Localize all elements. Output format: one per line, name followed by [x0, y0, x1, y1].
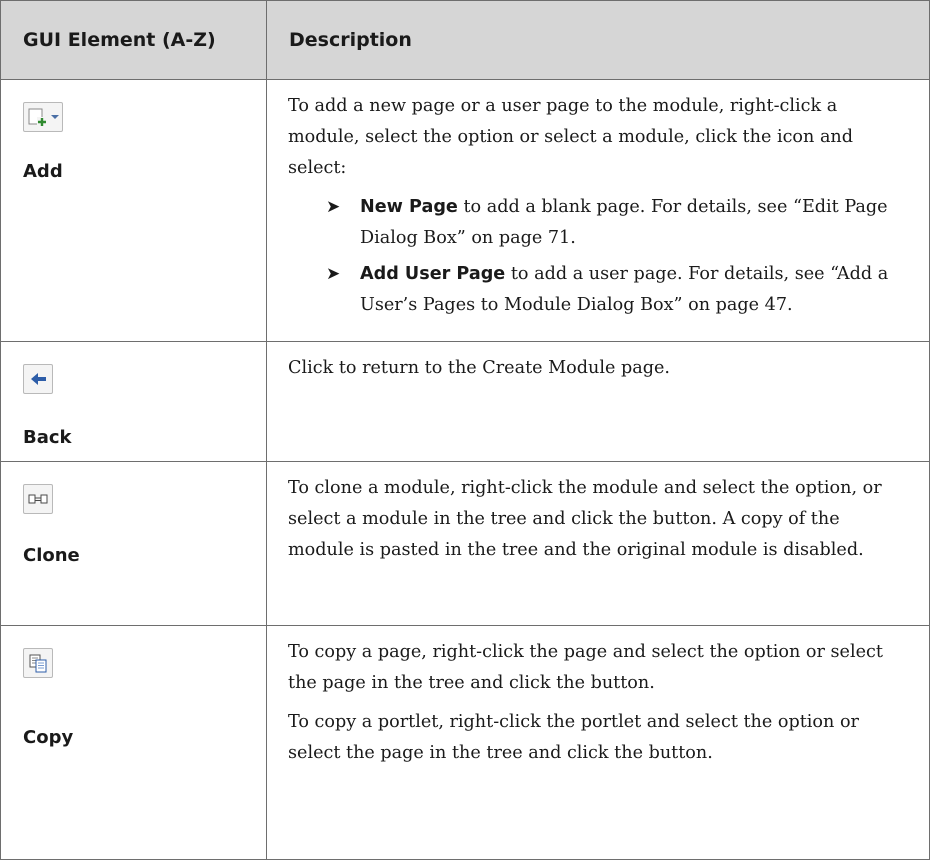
description-cell-copy: To copy a page, right-click the page and…	[266, 625, 930, 860]
element-name-add: Add	[23, 161, 63, 182]
arrow-bullet-icon: ➤	[326, 264, 341, 284]
element-name-back: Back	[23, 427, 72, 448]
element-cell-back: Back	[0, 341, 267, 462]
clone-icon	[23, 484, 53, 514]
description-cell-back: Click to return to the Create Module pag…	[266, 341, 930, 462]
bullet-bold-label: New Page	[360, 197, 458, 217]
description-add-intro: To add a new page or a user page to the …	[288, 96, 854, 178]
gui-elements-table: GUI Element (A-Z) Description Add To add…	[0, 0, 930, 860]
table-row-back: Back Click to return to the Create Modul…	[0, 341, 930, 462]
table-header-row: GUI Element (A-Z) Description	[0, 0, 930, 80]
back-arrow-icon	[23, 364, 53, 394]
description-cell-add: To add a new page or a user page to the …	[266, 79, 930, 342]
add-options-list: ➤ New Page to add a blank page. For detai…	[288, 192, 911, 321]
header-description: Description	[266, 0, 930, 80]
description-back: Click to return to the Create Module pag…	[288, 358, 670, 378]
add-page-dropdown-icon	[23, 102, 63, 132]
arrow-bullet-icon: ➤	[326, 197, 341, 217]
table-row-copy: Copy To copy a page, right-click the pag…	[0, 625, 930, 860]
element-name-copy: Copy	[23, 727, 74, 748]
list-item: ➤ New Page to add a blank page. For detai…	[326, 192, 911, 254]
description-copy-page: To copy a page, right-click the page and…	[288, 642, 883, 693]
element-cell-copy: Copy	[0, 625, 267, 860]
table-row-clone: Clone To clone a module, right-click the…	[0, 461, 930, 626]
bullet-bold-label: Add User Page	[360, 264, 506, 284]
list-item: ➤ Add User Page to add a user page. For d…	[326, 259, 911, 321]
description-cell-clone: To clone a module, right-click the modul…	[266, 461, 930, 626]
element-cell-add: Add	[0, 79, 267, 342]
copy-icon	[23, 648, 53, 678]
element-cell-clone: Clone	[0, 461, 267, 626]
table-row-add: Add To add a new page or a user page to …	[0, 79, 930, 342]
header-gui-element: GUI Element (A-Z)	[0, 0, 267, 80]
description-copy-portlet: To copy a portlet, right-click the portl…	[288, 712, 859, 763]
description-clone: To clone a module, right-click the modul…	[288, 478, 882, 560]
element-name-clone: Clone	[23, 545, 80, 566]
